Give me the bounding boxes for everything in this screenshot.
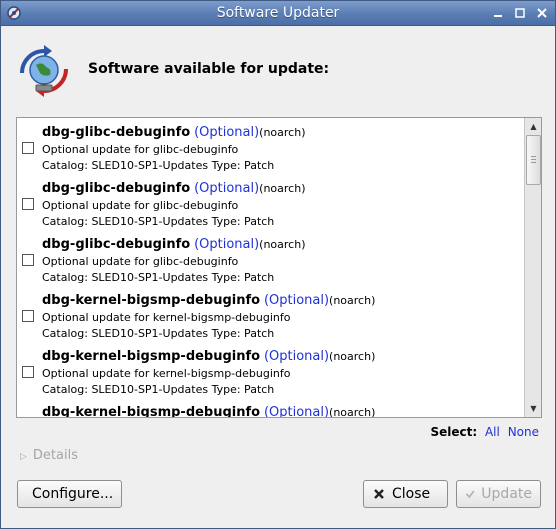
package-name: dbg-glibc-debuginfo	[42, 237, 191, 252]
select-label: Select:	[430, 425, 478, 439]
arch-label: (noarch)	[329, 406, 376, 417]
expander-arrow-icon: ▷	[20, 452, 27, 462]
update-description: Optional update for glibc-debuginfo	[42, 143, 239, 156]
update-description: Optional update for kernel-bigsmp-debugi…	[42, 311, 291, 324]
maximize-icon[interactable]	[513, 6, 527, 20]
details-label: Details	[32, 448, 78, 463]
list-item[interactable]: dbg-glibc-debuginfo (Optional)(noarch) O…	[17, 121, 524, 177]
list-item[interactable]: dbg-glibc-debuginfo (Optional)(noarch) O…	[17, 177, 524, 233]
package-name: dbg-kernel-bigsmp-debuginfo	[42, 405, 261, 417]
package-name: dbg-kernel-bigsmp-debuginfo	[42, 293, 261, 308]
update-catalog: Catalog: SLED10-SP1-Updates Type: Patch	[42, 159, 275, 172]
software-updater-window: Software Updater Software available for …	[0, 0, 556, 529]
list-item[interactable]: dbg-kernel-bigsmp-debuginfo (Optional)(n…	[17, 289, 524, 345]
globe-update-icon	[20, 45, 68, 97]
update-catalog: Catalog: SLED10-SP1-Updates Type: Patch	[42, 215, 275, 228]
close-label: Close	[392, 486, 431, 502]
list-item[interactable]: dbg-kernel-bigsmp-debuginfo (Optional)(n…	[17, 401, 524, 417]
arch-label: (noarch)	[259, 238, 306, 251]
update-title: dbg-kernel-bigsmp-debuginfo (Optional)(n…	[42, 405, 375, 417]
update-button[interactable]: Update	[456, 480, 541, 508]
update-list-viewport: dbg-glibc-debuginfo (Optional)(noarch) O…	[17, 118, 524, 417]
configure-label: Configure...	[32, 486, 114, 502]
update-catalog: Catalog: SLED10-SP1-Updates Type: Patch	[42, 383, 275, 396]
arch-label: (noarch)	[259, 182, 306, 195]
arch-label: (noarch)	[259, 126, 306, 139]
update-list[interactable]: dbg-glibc-debuginfo (Optional)(noarch) O…	[16, 117, 542, 418]
package-name: dbg-glibc-debuginfo	[42, 181, 191, 196]
scrollbar-thumb[interactable]	[526, 135, 541, 185]
close-icon[interactable]	[535, 6, 549, 20]
select-all-link[interactable]: All	[485, 425, 500, 439]
update-title: dbg-kernel-bigsmp-debuginfo (Optional)(n…	[42, 349, 375, 364]
update-description: Optional update for kernel-bigsmp-debugi…	[42, 367, 291, 380]
arch-label: (noarch)	[329, 350, 376, 363]
window-title: Software Updater	[216, 5, 340, 21]
select-controls: Select: All None	[430, 425, 539, 439]
title-bar[interactable]: Software Updater	[1, 1, 555, 26]
page-title: Software available for update:	[88, 61, 330, 77]
arch-label: (noarch)	[329, 294, 376, 307]
list-scrollbar[interactable]: ▲ ▼	[524, 118, 541, 417]
scroll-up-arrow-icon[interactable]: ▲	[526, 119, 541, 134]
update-title: dbg-glibc-debuginfo (Optional)(noarch)	[42, 125, 306, 140]
close-button[interactable]: Close	[363, 480, 448, 508]
scroll-down-arrow-icon[interactable]: ▼	[526, 401, 541, 416]
checkmark-icon	[465, 490, 475, 499]
optional-tag: (Optional)	[194, 237, 260, 252]
optional-tag: (Optional)	[263, 293, 330, 308]
close-x-icon	[374, 489, 384, 499]
optional-tag: (Optional)	[194, 125, 260, 140]
update-label: Update	[481, 486, 532, 502]
update-description: Optional update for glibc-debuginfo	[42, 255, 239, 268]
update-catalog: Catalog: SLED10-SP1-Updates Type: Patch	[42, 271, 275, 284]
update-checkbox[interactable]	[22, 198, 34, 210]
optional-tag: (Optional)	[263, 405, 330, 417]
update-title: dbg-glibc-debuginfo (Optional)(noarch)	[42, 181, 306, 196]
minimize-icon[interactable]	[491, 6, 505, 20]
configure-button[interactable]: Configure...	[17, 480, 122, 508]
list-item[interactable]: dbg-kernel-bigsmp-debuginfo (Optional)(n…	[17, 345, 524, 401]
optional-tag: (Optional)	[194, 181, 260, 196]
update-title: dbg-glibc-debuginfo (Optional)(noarch)	[42, 237, 306, 252]
update-checkbox[interactable]	[22, 254, 34, 266]
update-catalog: Catalog: SLED10-SP1-Updates Type: Patch	[42, 327, 275, 340]
package-name: dbg-glibc-debuginfo	[42, 125, 191, 140]
optional-tag: (Optional)	[263, 349, 330, 364]
details-expander[interactable]: ▷ Details	[20, 448, 78, 463]
update-checkbox[interactable]	[22, 142, 34, 154]
list-item[interactable]: dbg-glibc-debuginfo (Optional)(noarch) O…	[17, 233, 524, 289]
package-name: dbg-kernel-bigsmp-debuginfo	[42, 349, 261, 364]
update-title: dbg-kernel-bigsmp-debuginfo (Optional)(n…	[42, 293, 375, 308]
select-none-link[interactable]: None	[508, 425, 539, 439]
update-description: Optional update for glibc-debuginfo	[42, 199, 239, 212]
update-checkbox[interactable]	[22, 310, 34, 322]
update-checkbox[interactable]	[22, 366, 34, 378]
